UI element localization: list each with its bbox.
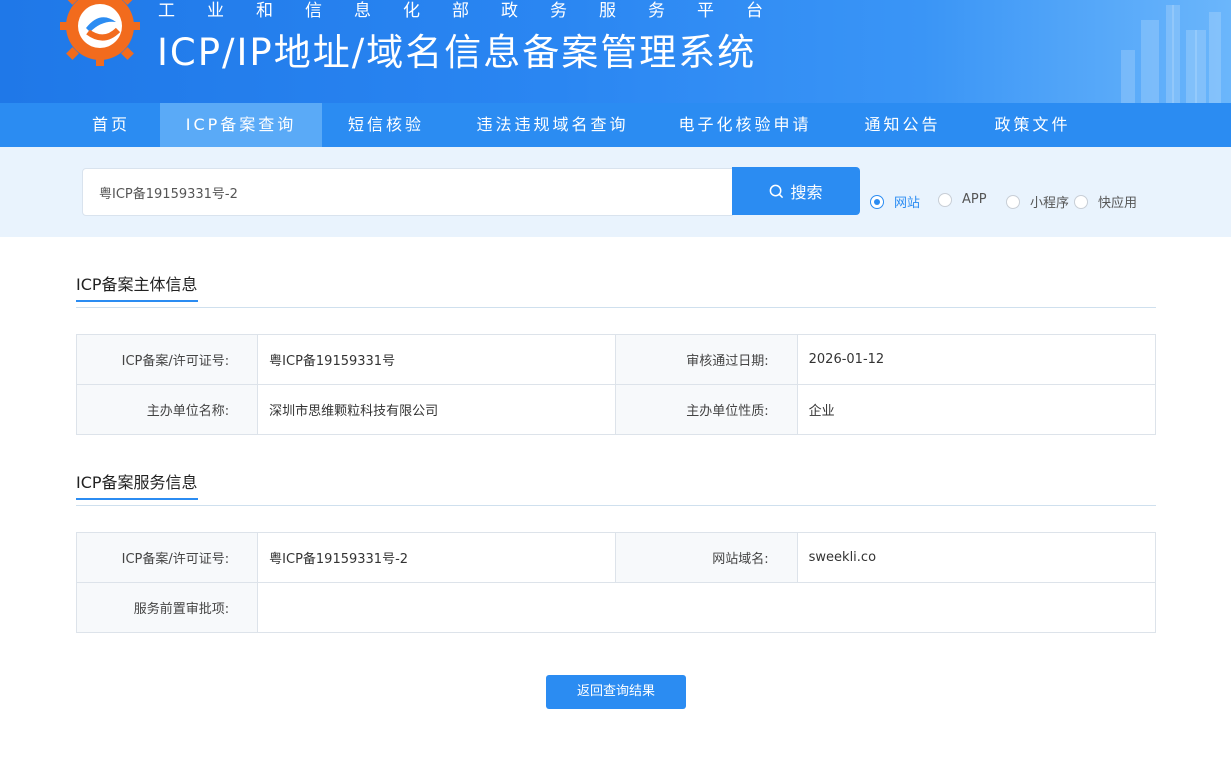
subject-section-title: ICP备案主体信息 bbox=[76, 271, 198, 302]
radio-dot bbox=[1006, 194, 1020, 209]
subject-info-table: ICP备案/许可证号: 粤ICP备19159331号 审核通过日期: 2026-… bbox=[75, 334, 1157, 435]
pre-approval-value bbox=[257, 582, 1156, 633]
license-number-value: 粤ICP备19159331号 bbox=[257, 334, 617, 385]
radio-website[interactable]: 网站 bbox=[870, 192, 920, 211]
table-row: 服务前置审批项: bbox=[75, 582, 1156, 633]
organizer-type-label: 主办单位性质: bbox=[615, 384, 798, 435]
nav-item-policy[interactable]: 政策文件 bbox=[970, 103, 1095, 147]
radio-label: 快应用 bbox=[1098, 196, 1138, 211]
search-input[interactable] bbox=[82, 168, 733, 216]
radio-app[interactable]: APP bbox=[938, 192, 987, 207]
service-info-table: ICP备案/许可证号: 粤ICP备19159331号-2 网站域名: sweek… bbox=[75, 532, 1157, 633]
radio-dot bbox=[870, 194, 884, 209]
nav-item-icp-query[interactable]: ICP备案查询 bbox=[160, 103, 322, 147]
nav-item-electronic-verify[interactable]: 电子化核验申请 bbox=[655, 103, 835, 147]
service-section-title: ICP备案服务信息 bbox=[76, 469, 198, 500]
radio-mini-program[interactable]: 小程序 bbox=[1006, 192, 1069, 211]
radio-label: 网站 bbox=[894, 196, 921, 211]
radio-label: APP bbox=[962, 192, 987, 207]
table-row: ICP备案/许可证号: 粤ICP备19159331号 审核通过日期: 2026-… bbox=[75, 334, 1157, 385]
organizer-type-value: 企业 bbox=[796, 384, 1157, 435]
license-number-label: ICP备案/许可证号: bbox=[75, 334, 259, 385]
site-header: 工业和信息化部政务服务平台 ICP/IP地址/域名信息备案管理系统 bbox=[0, 0, 1231, 103]
search-button-label: 搜索 bbox=[790, 183, 823, 202]
section-divider bbox=[76, 505, 1156, 506]
search-bar: 搜索 网站 APP 小程序 快应用 bbox=[0, 147, 1231, 237]
service-license-value: 粤ICP备19159331号-2 bbox=[257, 532, 617, 583]
radio-quick-app[interactable]: 快应用 bbox=[1074, 192, 1137, 211]
domain-label: 网站域名: bbox=[615, 532, 798, 583]
radio-label: 小程序 bbox=[1030, 196, 1070, 211]
radio-dot bbox=[1074, 194, 1088, 209]
ministry-logo-icon bbox=[60, 0, 140, 66]
search-button[interactable]: 搜索 bbox=[732, 167, 860, 215]
approval-date-label: 审核通过日期: bbox=[615, 334, 798, 385]
domain-value: sweekli.co bbox=[796, 532, 1157, 583]
service-license-label: ICP备案/许可证号: bbox=[75, 532, 259, 583]
system-title: ICP/IP地址/域名信息备案管理系统 bbox=[157, 31, 757, 74]
city-skyline-decoration bbox=[1121, 5, 1221, 103]
approval-date-value: 2026-01-12 bbox=[796, 334, 1157, 385]
section-divider bbox=[76, 307, 1156, 308]
radio-dot bbox=[938, 192, 952, 207]
header-subtitle: 工业和信息化部政务服务平台 bbox=[158, 1, 795, 21]
nav-item-home[interactable]: 首页 bbox=[62, 103, 160, 147]
nav-item-illegal-domain-query[interactable]: 违法违规域名查询 bbox=[450, 103, 655, 147]
table-row: ICP备案/许可证号: 粤ICP备19159331号-2 网站域名: sweek… bbox=[75, 532, 1157, 583]
back-to-results-button[interactable]: 返回查询结果 bbox=[546, 675, 686, 709]
organizer-name-value: 深圳市思维颗粒科技有限公司 bbox=[257, 384, 617, 435]
organizer-name-label: 主办单位名称: bbox=[75, 384, 259, 435]
nav-item-notices[interactable]: 通知公告 bbox=[835, 103, 970, 147]
main-nav: 首页 ICP备案查询 短信核验 违法违规域名查询 电子化核验申请 通知公告 政策… bbox=[0, 103, 1231, 147]
pre-approval-label: 服务前置审批项: bbox=[75, 582, 259, 633]
search-icon bbox=[770, 184, 784, 198]
nav-item-sms-verify[interactable]: 短信核验 bbox=[322, 103, 450, 147]
table-row: 主办单位名称: 深圳市思维颗粒科技有限公司 主办单位性质: 企业 bbox=[75, 384, 1157, 435]
